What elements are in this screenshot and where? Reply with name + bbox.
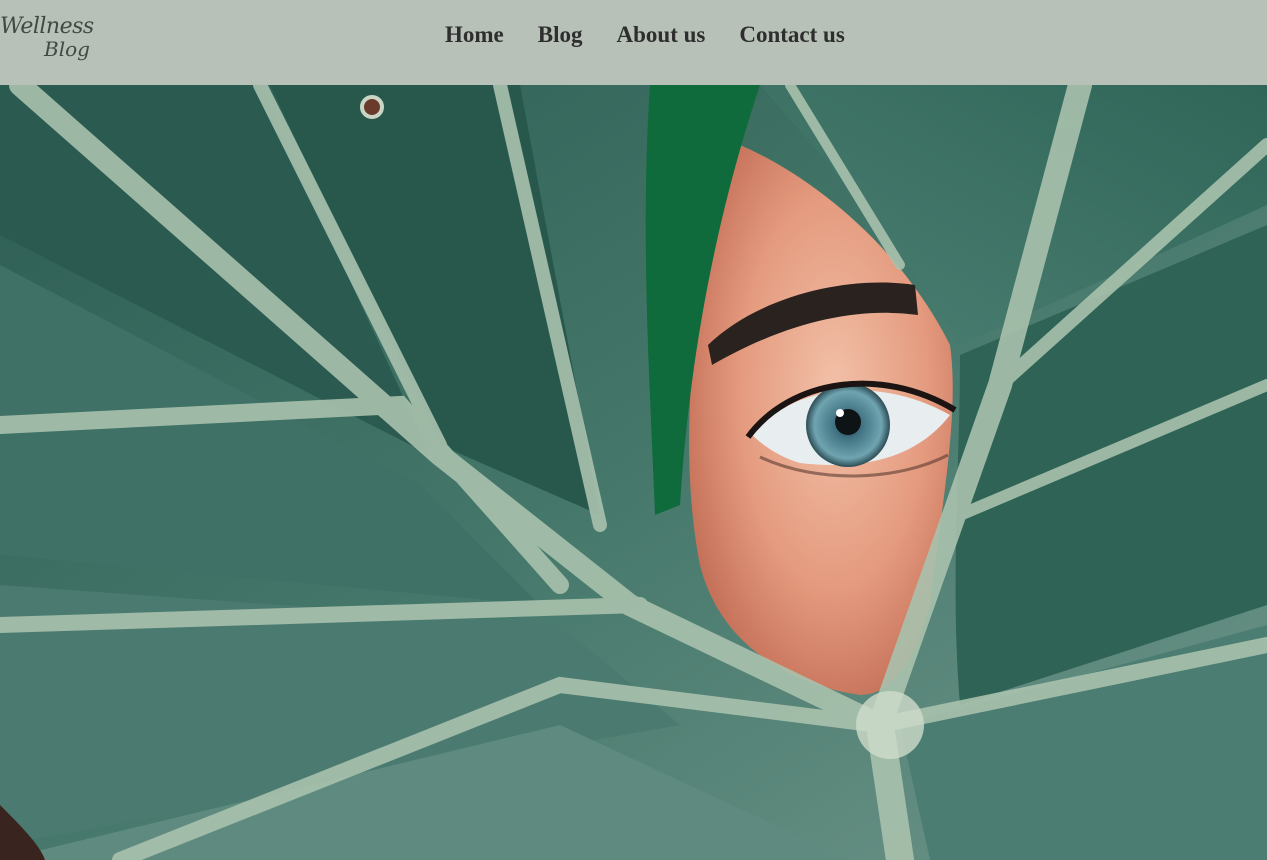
nav-link-contact-us[interactable]: Contact us bbox=[739, 22, 844, 48]
nav-link-blog[interactable]: Blog bbox=[538, 22, 583, 48]
nav-link-about-us[interactable]: About us bbox=[617, 22, 706, 48]
main-nav: Home Blog About us Contact us bbox=[445, 22, 845, 48]
wellness-blog-logo[interactable]: Wellness Blog bbox=[0, 10, 96, 70]
hero-image bbox=[0, 85, 1267, 860]
logo-text-line1: Wellness bbox=[0, 14, 94, 39]
hero-illustration bbox=[0, 85, 1267, 860]
nav-link-home[interactable]: Home bbox=[445, 22, 504, 48]
site-header: Wellness Blog Home Blog About us Contact… bbox=[0, 0, 1267, 85]
logo-text-line2: Blog bbox=[44, 37, 90, 61]
